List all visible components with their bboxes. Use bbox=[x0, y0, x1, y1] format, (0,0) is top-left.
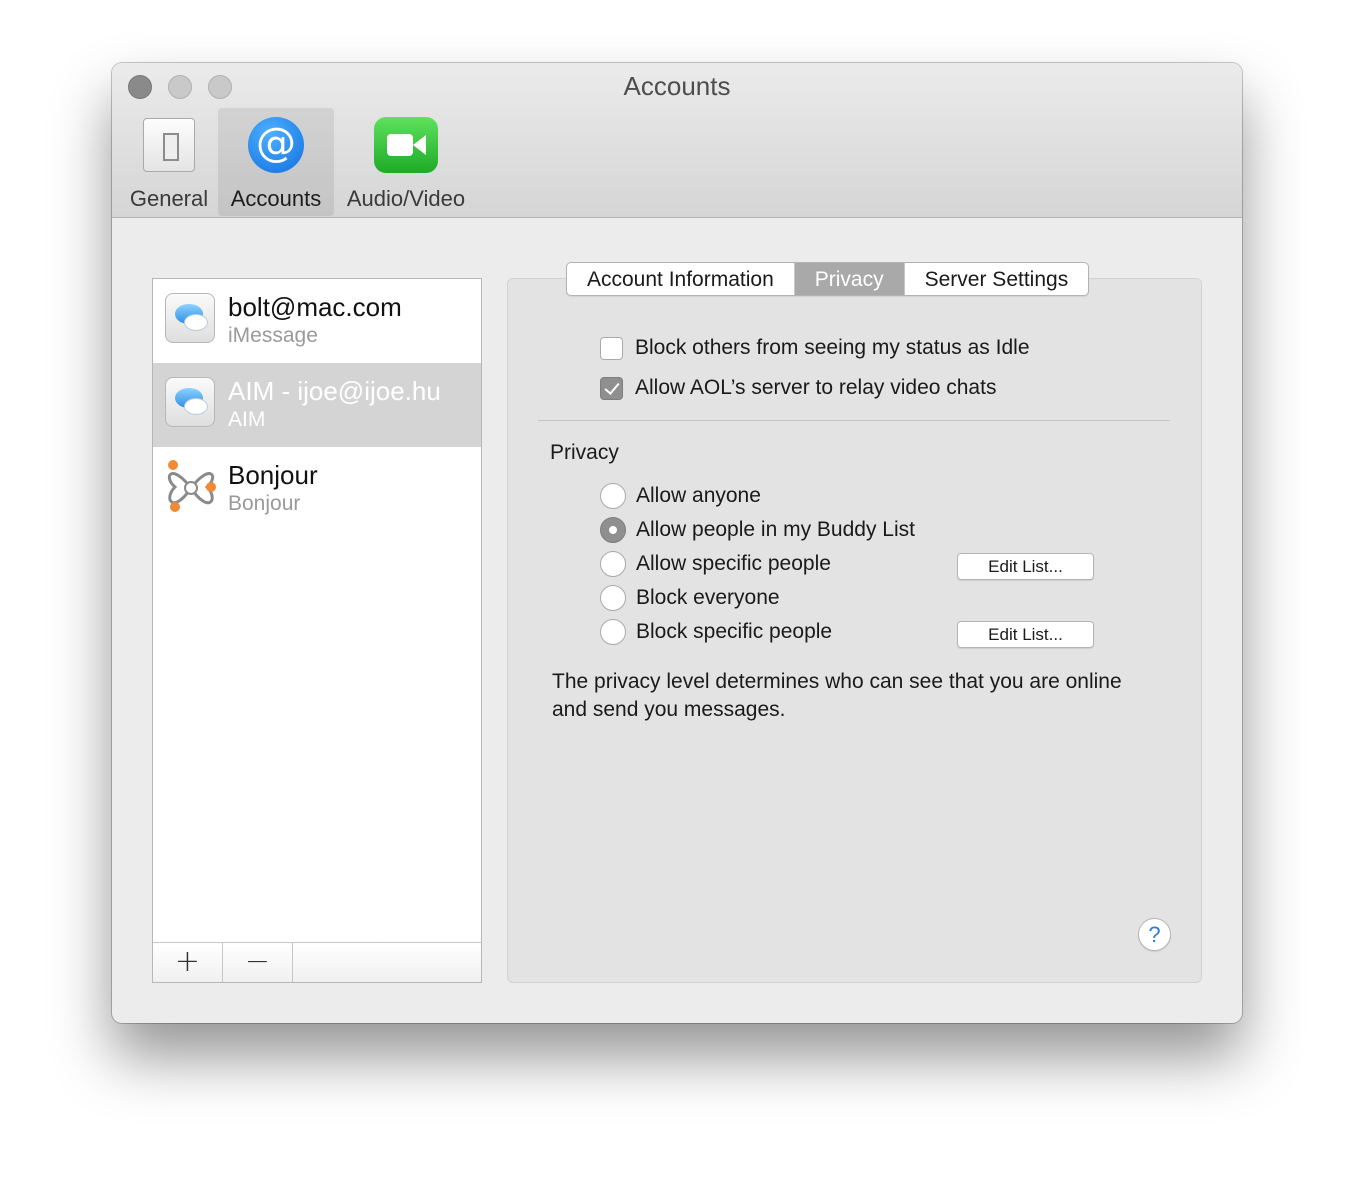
radio-allow-buddy-list[interactable]: Allow people in my Buddy List bbox=[600, 517, 915, 543]
edit-allow-list-button[interactable]: Edit List... bbox=[957, 553, 1094, 580]
toolbar-label-general: General bbox=[129, 186, 209, 211]
relay-video-checkbox[interactable] bbox=[600, 376, 623, 400]
radio-label: Allow anyone bbox=[636, 484, 761, 507]
accounts-window: Accounts General @ Accounts Audio/Video … bbox=[112, 63, 1242, 1023]
account-list-footer: + − bbox=[153, 942, 481, 982]
toolbar-item-general[interactable]: General bbox=[126, 108, 212, 216]
remove-account-button[interactable]: − bbox=[223, 943, 293, 982]
relay-video-option[interactable]: Allow AOL’s server to relay video chats bbox=[600, 376, 996, 400]
radio-label: Allow people in my Buddy List bbox=[636, 518, 915, 541]
general-switch-icon bbox=[143, 118, 195, 172]
account-name: bolt@mac.com bbox=[228, 292, 402, 322]
radio-button[interactable] bbox=[600, 585, 626, 611]
toolbar-item-audio-video[interactable]: Audio/Video bbox=[340, 108, 472, 216]
relay-video-label: Allow AOL’s server to relay video chats bbox=[635, 376, 997, 399]
account-name: AIM - ijoe@ijoe.hu bbox=[228, 376, 441, 406]
at-sign-icon: @ bbox=[248, 117, 304, 173]
video-camera-icon bbox=[374, 117, 438, 173]
radio-button[interactable] bbox=[600, 551, 626, 577]
titlebar: Accounts General @ Accounts Audio/Video bbox=[112, 63, 1242, 218]
account-row-bonjour[interactable]: Bonjour Bonjour bbox=[153, 447, 481, 531]
section-divider bbox=[538, 420, 1170, 421]
messages-icon bbox=[165, 377, 215, 427]
radio-allow-anyone[interactable]: Allow anyone bbox=[600, 483, 761, 509]
block-idle-option[interactable]: Block others from seeing my status as Id… bbox=[600, 336, 1030, 360]
toolbar-item-accounts[interactable]: @ Accounts bbox=[218, 108, 334, 216]
account-name: Bonjour bbox=[228, 460, 318, 490]
account-row-aim[interactable]: AIM - ijoe@ijoe.hu AIM bbox=[153, 363, 481, 447]
radio-label: Block specific people bbox=[636, 620, 833, 643]
help-button[interactable]: ? bbox=[1138, 918, 1171, 951]
radio-button[interactable] bbox=[600, 517, 626, 543]
toolbar-label-audio-video: Audio/Video bbox=[346, 186, 466, 211]
window-title: Accounts bbox=[623, 71, 731, 101]
account-service: AIM bbox=[228, 408, 266, 431]
toolbar-label-accounts: Accounts bbox=[230, 186, 322, 211]
tab-account-information[interactable]: Account Information bbox=[567, 263, 795, 295]
messages-icon bbox=[165, 293, 215, 343]
radio-button[interactable] bbox=[600, 619, 626, 645]
block-idle-label: Block others from seeing my status as Id… bbox=[635, 336, 1030, 359]
tab-server-settings[interactable]: Server Settings bbox=[905, 263, 1089, 295]
bonjour-icon bbox=[167, 460, 216, 512]
radio-label: Allow specific people bbox=[636, 552, 831, 575]
radio-block-everyone[interactable]: Block everyone bbox=[600, 585, 780, 611]
account-service: iMessage bbox=[228, 324, 318, 347]
block-idle-checkbox[interactable] bbox=[600, 336, 623, 360]
privacy-description: The privacy level determines who can see… bbox=[552, 670, 1122, 721]
account-list[interactable]: bolt@mac.com iMessage AIM - ijoe@ijoe.hu… bbox=[152, 278, 482, 983]
privacy-section-title: Privacy bbox=[550, 441, 619, 464]
radio-allow-specific[interactable]: Allow specific people bbox=[600, 551, 831, 577]
radio-block-specific[interactable]: Block specific people bbox=[600, 619, 832, 645]
radio-label: Block everyone bbox=[636, 586, 780, 609]
radio-button[interactable] bbox=[600, 483, 626, 509]
tab-privacy[interactable]: Privacy bbox=[794, 263, 905, 295]
settings-tabs: Account Information Privacy Server Setti… bbox=[566, 262, 1090, 296]
add-account-button[interactable]: + bbox=[153, 943, 223, 982]
edit-block-list-button[interactable]: Edit List... bbox=[957, 621, 1094, 648]
account-service: Bonjour bbox=[228, 492, 301, 515]
account-row-imessage[interactable]: bolt@mac.com iMessage bbox=[153, 279, 481, 363]
